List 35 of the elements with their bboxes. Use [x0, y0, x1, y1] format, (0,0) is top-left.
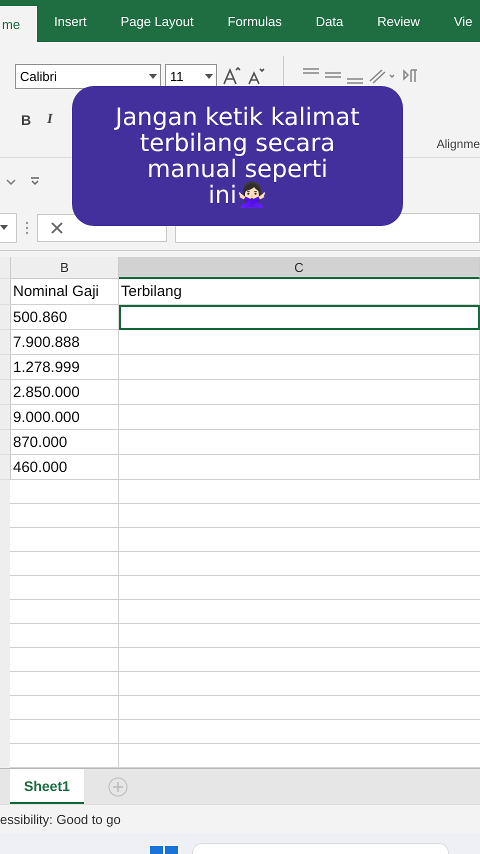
ribbon-tab[interactable]: Data [298, 0, 360, 42]
ribbon-tab[interactable]: Review [360, 0, 437, 42]
table-cell: Terbilang [119, 279, 480, 305]
windows-start-icon[interactable] [150, 846, 178, 854]
drag-handle-icon[interactable] [25, 220, 29, 234]
ribbon-group-label: Alignme [436, 137, 480, 151]
bold-button[interactable]: B [15, 108, 38, 132]
name-box[interactable] [0, 212, 17, 242]
caret-icon [0, 225, 8, 230]
caret-icon [149, 74, 157, 78]
chevron-down-icon[interactable] [6, 178, 16, 186]
ribbon-tab[interactable]: Page Layout [104, 0, 211, 42]
table-cell: 500.860 [11, 305, 119, 330]
table-cell: 870.000 [11, 430, 119, 455]
sheet-tab[interactable]: Sheet1 [10, 769, 84, 804]
caret-icon [205, 74, 213, 78]
table-cell: 1.278.999 [11, 355, 119, 380]
table-cell: 7.900.888 [11, 330, 119, 355]
ribbon-tab[interactable]: Formulas [210, 0, 299, 42]
column-header[interactable]: C [119, 257, 480, 279]
font-size-field[interactable]: 11 [165, 64, 217, 88]
ribbon-tab[interactable]: Vie [436, 0, 480, 42]
cancel-icon[interactable] [50, 220, 64, 234]
caption-text: Jangan ketik kalimat terbilang secara manual seperti ini🙅🏻‍♀ [115, 104, 360, 208]
table-cell: Nominal Gaji [11, 279, 119, 305]
ribbon-tab[interactable]: me [0, 6, 38, 42]
grow-font-icon[interactable] [221, 66, 241, 86]
customize-toolbar-icon[interactable] [30, 176, 40, 186]
status-text: essibility: Good to go [0, 812, 121, 826]
ribbon-tab[interactable]: Insert [37, 0, 104, 42]
font-name-field[interactable]: Calibri [15, 64, 161, 88]
table-cell: 9.000.000 [11, 405, 119, 430]
column-header[interactable]: B [11, 257, 119, 279]
italic-button[interactable]: I [41, 108, 59, 132]
table-cell: 2.850.000 [11, 380, 119, 405]
